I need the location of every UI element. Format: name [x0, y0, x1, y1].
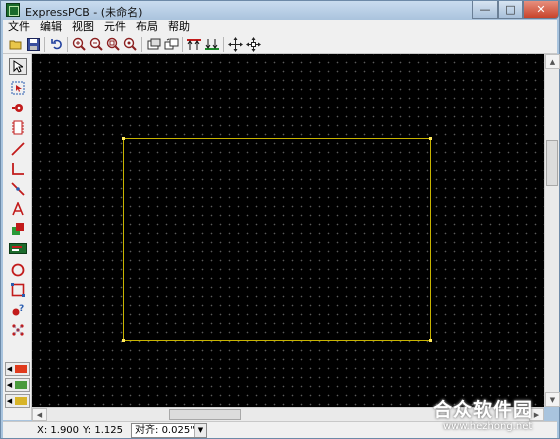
toolbar-separator: [67, 37, 68, 52]
netlist-icon[interactable]: [9, 321, 27, 338]
circle-icon[interactable]: [9, 261, 27, 278]
pad-icon[interactable]: [9, 99, 27, 116]
expresspcb-app-icon: [6, 3, 20, 17]
component-icon[interactable]: [9, 119, 27, 136]
vertical-scroll-thumb[interactable]: [546, 140, 558, 186]
layer-silkscreen[interactable]: ◀: [5, 394, 30, 408]
move-up-icon[interactable]: [186, 36, 202, 52]
layer-top-copper[interactable]: ◀: [5, 362, 30, 376]
tool-palette: ? ◀ ◀ ◀: [3, 54, 32, 420]
layer-expand-icon: ◀: [6, 397, 13, 405]
watermark-url: www.hezhong.net: [443, 421, 533, 432]
board-icon[interactable]: [9, 240, 27, 257]
close-button[interactable]: ✕: [523, 1, 559, 19]
toolbar: [3, 34, 557, 54]
layer-bottom-copper[interactable]: ◀: [5, 378, 30, 392]
group-select-icon[interactable]: [9, 79, 27, 96]
toolbar-separator: [182, 37, 183, 52]
minimize-button[interactable]: —: [472, 1, 498, 19]
center-icon[interactable]: [245, 36, 261, 52]
menu-bar: 文件 编辑 视图 元件 布局 帮助: [3, 20, 557, 34]
layer-expand-icon: ◀: [6, 381, 13, 389]
watermark-title: 合众软件园: [433, 399, 534, 421]
title-bar: ExpressPCB - (未命名) — □ ✕: [1, 1, 559, 20]
app-window: ExpressPCB - (未命名) — □ ✕ 文件 编辑 视图 元件 布局 …: [0, 0, 560, 439]
zoom-out-icon[interactable]: [88, 36, 104, 52]
undo-icon[interactable]: [49, 36, 65, 52]
menu-component[interactable]: 元件: [99, 20, 131, 34]
open-icon[interactable]: [8, 36, 24, 52]
menu-edit[interactable]: 编辑: [35, 20, 67, 34]
zoom-in-icon[interactable]: [71, 36, 87, 52]
pan-icon[interactable]: [227, 36, 243, 52]
layer-swap-icon[interactable]: [163, 36, 179, 52]
scroll-left-icon[interactable]: ◀: [32, 408, 47, 421]
save-icon[interactable]: [25, 36, 41, 52]
window-title: ExpressPCB - (未命名): [25, 6, 143, 19]
select-arrow-icon[interactable]: [9, 58, 27, 75]
snap-label: 对齐:: [135, 425, 159, 436]
chevron-down-icon[interactable]: ▼: [194, 424, 206, 437]
trace-icon[interactable]: [9, 140, 27, 157]
status-x-coordinate: X: 1.900: [37, 425, 80, 436]
board-outline[interactable]: [122, 137, 432, 342]
board-corner-handle[interactable]: [122, 137, 125, 140]
board-corner-handle[interactable]: [429, 137, 432, 140]
fill-icon[interactable]: [9, 220, 27, 237]
toolbar-separator: [44, 37, 45, 52]
component-layer-icon[interactable]: [146, 36, 162, 52]
scroll-up-icon[interactable]: ▲: [545, 54, 560, 69]
trace-edit-icon[interactable]: [9, 180, 27, 197]
text-icon[interactable]: [9, 200, 27, 217]
board-corner-handle[interactable]: [122, 339, 125, 342]
board-corner-handle[interactable]: [429, 339, 432, 342]
horizontal-scroll-thumb[interactable]: [169, 409, 241, 420]
layer-color-swatch: [15, 397, 27, 405]
snap-grid-select[interactable]: 对齐: 0.025" ▼: [131, 423, 207, 438]
status-y-coordinate: Y: 1.125: [83, 425, 123, 436]
menu-view[interactable]: 视图: [67, 20, 99, 34]
maximize-button[interactable]: □: [498, 1, 523, 19]
corner-trace-icon[interactable]: [9, 160, 27, 177]
layer-color-swatch: [15, 365, 27, 373]
move-down-icon[interactable]: [204, 36, 220, 52]
snap-value: 0.025": [161, 425, 195, 436]
vertical-scrollbar[interactable]: ▲ ▼: [544, 54, 560, 407]
zoom-window-icon[interactable]: [105, 36, 121, 52]
svg-text:?: ?: [19, 304, 24, 314]
pcb-canvas[interactable]: [32, 54, 544, 407]
menu-file[interactable]: 文件: [3, 20, 35, 34]
menu-layout[interactable]: 布局: [131, 20, 163, 34]
watermark: 合众软件园 www.hezhong.net: [429, 393, 559, 437]
toolbar-separator: [223, 37, 224, 52]
rectangle-icon[interactable]: [9, 281, 27, 298]
layer-expand-icon: ◀: [6, 365, 13, 373]
layer-color-swatch: [15, 381, 27, 389]
toolbar-separator: [141, 37, 142, 52]
zoom-fit-icon[interactable]: [122, 36, 138, 52]
menu-help[interactable]: 帮助: [163, 20, 195, 34]
pad-query-icon[interactable]: ?: [9, 301, 27, 318]
